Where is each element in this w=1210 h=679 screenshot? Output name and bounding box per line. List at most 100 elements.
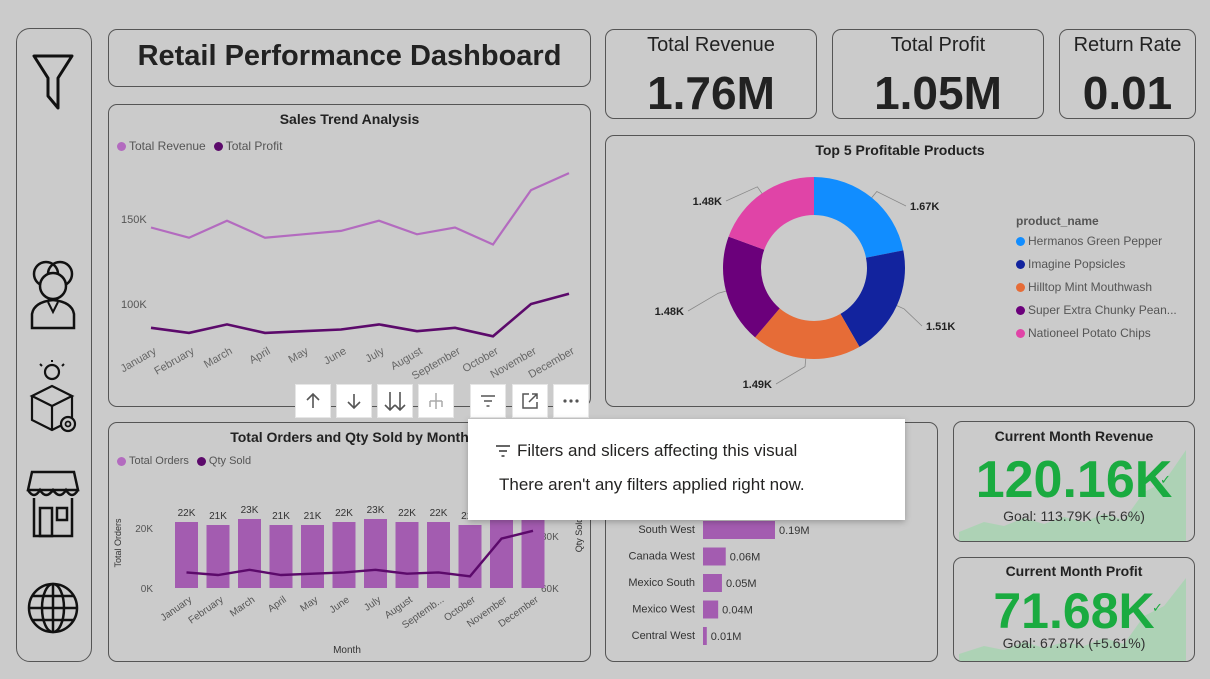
data-label: 1.67K <box>910 201 939 213</box>
bar-data-label: 21K <box>272 511 290 522</box>
data-label-leader <box>896 305 923 327</box>
bar-data-label: 23K <box>241 505 259 516</box>
kpi-label: Return Rate <box>1073 34 1182 56</box>
current-month-revenue-card[interactable]: Current Month Revenue 120.16K ✓ Goal: 11… <box>953 421 1195 542</box>
donut-slice <box>814 177 904 258</box>
bar-data-label: 0.04M <box>722 605 753 617</box>
legend-item[interactable]: Super Extra Chunky Pean... <box>1016 303 1177 317</box>
bar-data-label: 21K <box>209 511 227 522</box>
bar-data-label: 22K <box>335 508 353 519</box>
sales-trend-card[interactable]: Sales Trend Analysis Total Revenue Total… <box>108 104 591 407</box>
product-box-icon[interactable] <box>28 360 80 436</box>
card-goal: Goal: 67.87K (+5.61%) <box>1002 635 1146 651</box>
bar <box>395 522 419 588</box>
top-products-card[interactable]: Top 5 Profitable Products 1.67K 1.51K 1.49… <box>605 135 1195 407</box>
legend-label: Hermanos Green Pepper <box>1028 234 1163 248</box>
card-value: 120.16K <box>975 451 1173 509</box>
more-options-button[interactable] <box>553 384 589 418</box>
bar-data-label: 22K <box>178 508 196 519</box>
bar-data-label: 22K <box>398 508 416 519</box>
legend-label: Hilltop Mint Mouthwash <box>1028 280 1153 294</box>
category-label: Mexico West <box>632 604 695 616</box>
kpi-return-rate[interactable]: Return Rate 0.01 <box>1059 29 1196 119</box>
drill-up-button[interactable] <box>295 384 331 418</box>
kpi-total-profit[interactable]: Total Profit 1.05M <box>832 29 1044 119</box>
bar-data-label: 0.19M <box>779 525 810 537</box>
legend-swatch <box>1016 283 1025 293</box>
card-title: Current Month Profit <box>1005 563 1143 579</box>
bar <box>175 522 198 588</box>
data-label: 1.49K <box>743 379 772 391</box>
y-tick-label: 0K <box>141 584 154 595</box>
double-arrow-down-icon <box>384 392 406 412</box>
next-level-button[interactable] <box>377 384 413 418</box>
filter-lines-icon <box>496 445 510 457</box>
arrow-down-icon <box>347 394 361 410</box>
legend-item[interactable]: Nationeel Potato Chips <box>1016 326 1177 340</box>
y-tick-label: 20K <box>135 524 153 535</box>
x-axis-title: Month <box>333 645 361 656</box>
bar-data-label: 23K <box>367 505 385 516</box>
kpi-label: Total Profit <box>890 34 986 56</box>
legend-swatch <box>1016 260 1025 270</box>
tooltip-title: Filters and slicers affecting this visua… <box>517 441 798 460</box>
y2-axis-title: Qty Sold <box>574 518 584 553</box>
bar <box>703 627 707 645</box>
page-title: Retail Performance Dashboard <box>137 40 562 72</box>
tooltip-message: There aren't any filters applied right n… <box>499 475 805 494</box>
bar <box>269 525 293 588</box>
profit-line <box>150 292 570 338</box>
data-label: 1.48K <box>693 196 722 208</box>
data-label-leader <box>775 358 807 385</box>
globe-icon[interactable] <box>26 570 80 648</box>
bar-data-label: 0.01M <box>711 631 742 643</box>
kpi-value: 1.76M <box>647 67 775 119</box>
bar-data-label: 0.06M <box>730 552 761 564</box>
filter-icon[interactable] <box>26 50 80 114</box>
data-label: 1.48K <box>655 306 684 318</box>
legend-item[interactable]: Hermanos Green Pepper <box>1016 234 1177 248</box>
kpi-value: 0.01 <box>1082 67 1173 119</box>
data-label-leader <box>687 290 727 312</box>
legend-swatch <box>1016 237 1025 247</box>
x-tick-label: June <box>322 345 349 367</box>
legend-swatch <box>1016 306 1025 316</box>
bar <box>703 574 722 592</box>
x-tick-label: April <box>266 594 289 614</box>
category-label: Central West <box>632 630 695 642</box>
people-icon[interactable] <box>26 252 80 332</box>
focus-mode-button[interactable] <box>512 384 548 418</box>
bar <box>703 547 726 566</box>
kpi-total-revenue[interactable]: Total Revenue 1.76M <box>605 29 817 119</box>
legend-title: product_name <box>1016 214 1099 228</box>
current-month-profit-card[interactable]: Current Month Profit 71.68K ✓ Goal: 67.8… <box>953 557 1195 662</box>
revenue-line <box>150 172 570 246</box>
legend-swatch <box>1016 329 1025 339</box>
category-label: South West <box>638 524 695 536</box>
more-options-icon <box>563 399 579 403</box>
y-tick-label: 100K <box>121 299 147 311</box>
bar-data-label: 21K <box>304 511 322 522</box>
legend-label: Nationeel Potato Chips <box>1028 326 1151 340</box>
focus-mode-icon <box>522 393 538 409</box>
x-tick-label: February <box>152 345 197 378</box>
card-goal: Goal: 113.79K (+5.6%) <box>1003 508 1145 524</box>
donut-legend: product_name Hermanos Green Pepper Imagin… <box>1016 214 1177 349</box>
filters-tooltip: Filters and slicers affecting this visua… <box>468 419 905 520</box>
bar-data-label: 22K <box>430 508 448 519</box>
store-icon[interactable] <box>26 468 80 540</box>
expand-hierarchy-button[interactable] <box>418 384 454 418</box>
expand-hierarchy-icon <box>429 393 443 409</box>
legend-item[interactable]: Hilltop Mint Mouthwash <box>1016 280 1177 294</box>
legend-label: Imagine Popsicles <box>1028 257 1126 271</box>
x-tick-label: March <box>228 594 257 619</box>
legend-item[interactable]: Imagine Popsicles <box>1016 257 1177 271</box>
donut-slice <box>728 177 814 250</box>
drill-down-button[interactable] <box>336 384 372 418</box>
x-tick-label: April <box>247 345 272 366</box>
filter-button[interactable] <box>470 384 506 418</box>
y-tick-label: 150K <box>121 214 147 226</box>
bar <box>521 513 545 588</box>
category-label: Canada West <box>629 551 695 563</box>
top-products-donut: 1.67K 1.51K 1.49K 1.48K 1.48K <box>655 177 955 391</box>
